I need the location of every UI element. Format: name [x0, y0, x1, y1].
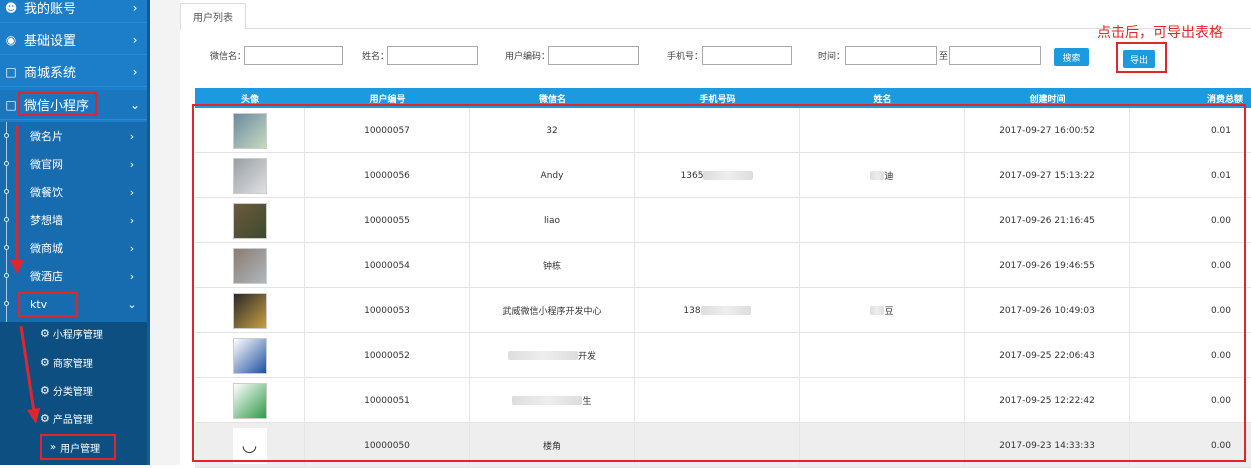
- phone-label: 手机号：: [667, 52, 704, 62]
- sidebar-leaf-miniprogram[interactable]: ⚙ 小程序管理: [40, 320, 103, 346]
- tree-node: [4, 161, 9, 166]
- sidebar-leaf-label: 分类管理: [52, 386, 93, 398]
- wechat-name-label: 微信名：: [210, 52, 247, 62]
- sidebar-item-label: 我的账号: [24, 2, 77, 17]
- time-label: 时间：: [818, 52, 846, 62]
- name-input[interactable]: [387, 46, 478, 65]
- chevron-right-icon: ›: [129, 157, 135, 171]
- chevron-right-icon: ›: [132, 0, 138, 15]
- user-icon: ☻: [4, 0, 18, 15]
- sidebar-item-my-account[interactable]: ☻ 我的账号 ›: [0, 0, 147, 23]
- tree-node: [4, 245, 9, 250]
- sidebar-leaf-label: 小程序管理: [52, 329, 103, 341]
- user-code-label: 用户编码：: [505, 52, 551, 62]
- tree-node: [4, 217, 9, 222]
- sidebar-item-label: 基础设置: [24, 34, 77, 49]
- tab-bar: 用户列表: [180, 0, 1251, 30]
- chevron-right-icon: ›: [132, 64, 138, 79]
- sidebar-item-mall-system[interactable]: □ 商城系统 ›: [0, 57, 147, 87]
- start-time-input[interactable]: [845, 46, 937, 65]
- highlight-box: [40, 434, 116, 460]
- sidebar-leaf-category[interactable]: ⚙ 分类管理: [40, 377, 93, 403]
- arrow-down-icon: [19, 326, 40, 424]
- highlight-box: [1116, 42, 1167, 73]
- tab-user-list[interactable]: 用户列表: [180, 3, 246, 30]
- sidebar: ☻ 我的账号 › ◉ 基础设置 › □ 商城系统 › □ 微信小程序 ⌄ 微名片…: [0, 0, 150, 465]
- chevron-right-icon: ›: [129, 185, 135, 199]
- sidebar-item-label: 商城系统: [24, 66, 77, 81]
- tree-node: [4, 273, 9, 278]
- chevron-right-icon: ›: [129, 129, 135, 143]
- cart-icon: □: [5, 64, 17, 79]
- chevron-right-icon: ›: [129, 269, 135, 283]
- sidebar-item-basic-settings[interactable]: ◉ 基础设置 ›: [0, 25, 147, 55]
- user-code-input[interactable]: [548, 46, 639, 65]
- chevron-right-icon: ›: [129, 241, 135, 255]
- wechat-name-input[interactable]: [244, 46, 343, 65]
- highlight-box: [18, 92, 97, 116]
- tree-node: [4, 301, 9, 306]
- chevron-right-icon: ›: [132, 32, 138, 47]
- end-time-input[interactable]: [949, 46, 1041, 65]
- chevron-right-icon: ›: [129, 213, 135, 227]
- chevron-down-icon: ⌄: [127, 297, 137, 311]
- phone-input[interactable]: [702, 46, 792, 65]
- chevron-down-icon: ⌄: [129, 97, 141, 112]
- sidebar-leaf-label: 商家管理: [52, 358, 93, 370]
- arrow-down-icon: [10, 126, 24, 274]
- search-button[interactable]: 搜索: [1054, 48, 1089, 66]
- filter-bar: 微信名： 姓名： 用户编码： 手机号： 时间： 至 搜索 导出: [180, 44, 1251, 68]
- highlight-box: [18, 292, 78, 317]
- main-content: 用户列表 点击后，可导出表格 微信名： 姓名： 用户编码： 手机号： 时间： 至…: [180, 0, 1251, 468]
- globe-icon: ◉: [5, 32, 17, 47]
- gutter: [150, 0, 180, 465]
- tree-node: [4, 133, 9, 138]
- annotation-text: 点击后，可导出表格: [1097, 25, 1223, 41]
- sidebar-leaf-product[interactable]: ⚙ 产品管理: [40, 405, 93, 431]
- time-to-label: 至: [939, 52, 949, 62]
- tree-node: [4, 189, 9, 194]
- name-label: 姓名：: [362, 52, 390, 62]
- highlight-box: [192, 104, 1246, 462]
- sidebar-leaf-merchant[interactable]: ⚙ 商家管理: [40, 349, 93, 375]
- sidebar-leaf-label: 产品管理: [52, 414, 93, 426]
